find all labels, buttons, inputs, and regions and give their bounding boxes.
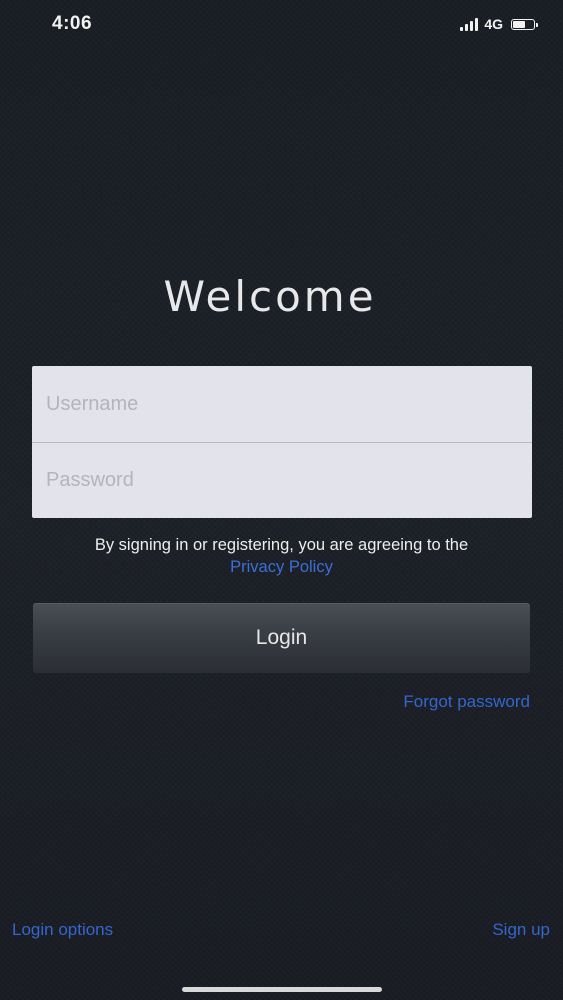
home-indicator[interactable] bbox=[182, 987, 382, 992]
status-time: 4:06 bbox=[52, 13, 93, 34]
signal-icon bbox=[460, 17, 479, 31]
status-icons: 4G bbox=[460, 16, 538, 32]
login-form bbox=[32, 366, 532, 518]
terms-text: By signing in or registering, you are ag… bbox=[94, 536, 469, 554]
terms-notice: By signing in or registering, you are ag… bbox=[0, 534, 563, 578]
welcome-title: Welcome bbox=[163, 272, 377, 321]
login-button[interactable]: Login bbox=[33, 603, 530, 673]
forgot-password-link[interactable]: Forgot password bbox=[403, 692, 530, 712]
login-options-link[interactable]: Login options bbox=[12, 920, 113, 940]
username-input[interactable] bbox=[32, 366, 532, 442]
battery-icon bbox=[511, 18, 538, 30]
privacy-policy-link[interactable]: Privacy Policy bbox=[230, 558, 333, 576]
network-type: 4G bbox=[484, 16, 503, 32]
status-bar: 4:06 4G bbox=[0, 0, 563, 52]
sign-up-link[interactable]: Sign up bbox=[492, 920, 550, 940]
password-input[interactable] bbox=[32, 443, 532, 518]
